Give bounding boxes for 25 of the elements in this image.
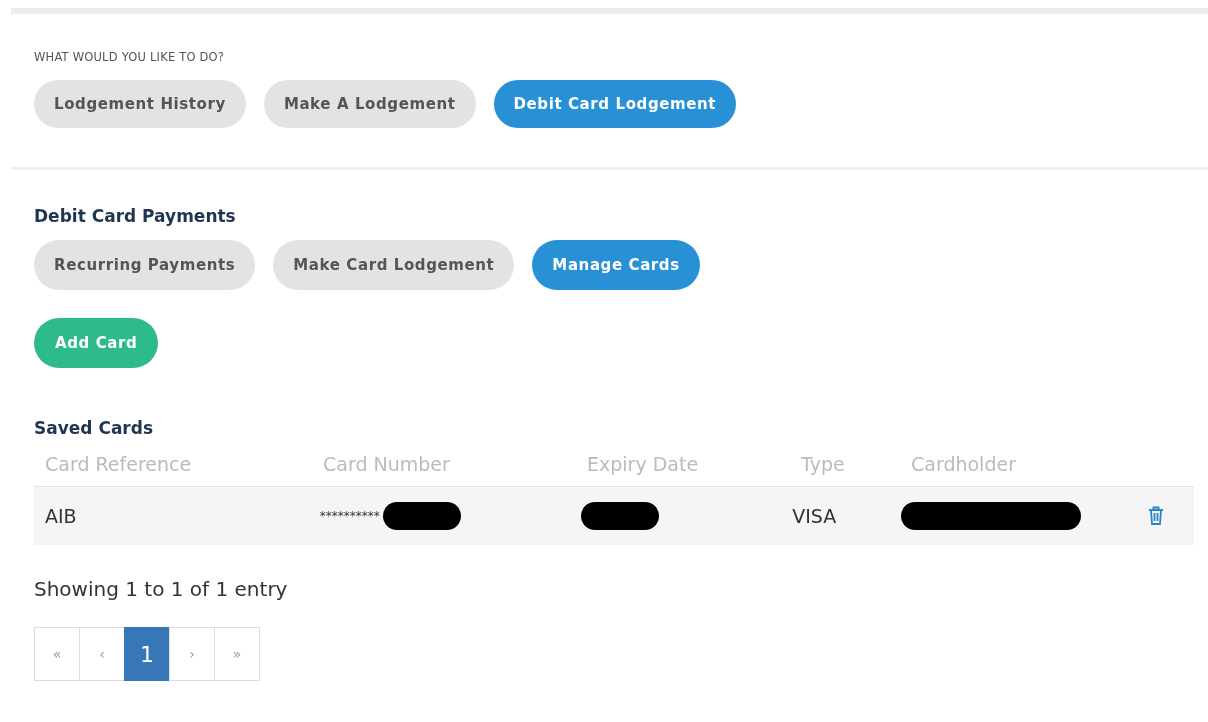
- column-header: Expiry Date: [587, 453, 699, 475]
- tab-button[interactable]: Lodgement History: [34, 80, 246, 128]
- tab-button[interactable]: Recurring Payments: [34, 240, 256, 290]
- table-cell: VISA: [792, 505, 837, 527]
- column-header: Card Number: [323, 453, 450, 475]
- tab-button[interactable]: Manage Cards: [532, 240, 700, 290]
- page-button[interactable]: ›: [169, 627, 215, 681]
- table-cell: AIB: [45, 505, 77, 527]
- page-button[interactable]: «: [34, 627, 80, 681]
- column-header: Cardholder: [911, 453, 1016, 475]
- column-header: Type: [801, 453, 845, 475]
- tab-button[interactable]: Make Card Lodgement: [273, 240, 515, 290]
- page-button[interactable]: »: [214, 627, 260, 681]
- tab-button[interactable]: Make A Lodgement: [263, 80, 476, 128]
- entries-info: Showing 1 to 1 of 1 entry: [34, 577, 289, 601]
- table-cell: **********: [319, 509, 380, 523]
- trash-icon[interactable]: [1148, 506, 1164, 526]
- section-label: WHAT WOULD YOU LIKE TO DO?: [34, 50, 226, 64]
- section-title: Debit Card Payments: [34, 206, 237, 226]
- page-button[interactable]: 1: [124, 627, 170, 681]
- tab-button[interactable]: Debit Card Lodgement: [493, 80, 737, 128]
- column-header: Card Reference: [45, 453, 192, 475]
- page-button[interactable]: ‹: [79, 627, 125, 681]
- add-card-button[interactable]: Add Card: [34, 318, 159, 368]
- table-title: Saved Cards: [34, 418, 155, 438]
